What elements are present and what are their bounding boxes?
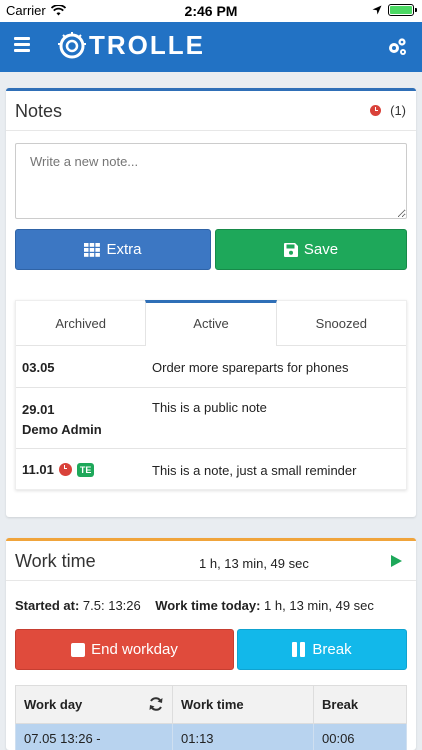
note-item[interactable]: 11.01 TE This is a note, just a small re… [16, 449, 406, 490]
notes-count[interactable]: (1) [370, 103, 406, 118]
save-button[interactable]: Save [215, 229, 407, 270]
status-time: 2:46 PM [184, 3, 238, 19]
refresh-icon[interactable] [148, 696, 164, 712]
started-label: Started at: [15, 598, 80, 613]
pause-icon [292, 642, 306, 657]
notes-title: Notes [15, 101, 63, 121]
column-header-break: Break [313, 685, 407, 724]
work-time-card: Work time 1 h, 13 min, 49 sec Started at… [6, 538, 416, 750]
cell-break: 00:06 [313, 723, 407, 750]
note-date-wrap: 11.01 TE [22, 462, 95, 477]
grid-icon [84, 242, 101, 257]
play-icon[interactable] [391, 555, 402, 567]
logo-swirl-icon [58, 31, 86, 58]
today-value: 1 h, 13 min, 49 sec [264, 598, 374, 613]
extra-label: Extra [106, 241, 142, 258]
save-label: Save [303, 241, 339, 258]
note-date: 03.05 [22, 360, 55, 375]
top-navbar: TROLLE [0, 22, 422, 72]
logo-text: TROLLE [89, 30, 205, 60]
note-text: This is a note, just a small reminder [152, 463, 357, 478]
end-workday-label: End workday [91, 641, 178, 658]
new-note-input[interactable] [15, 143, 407, 219]
note-date-author: 29.01 Demo Admin [22, 400, 102, 440]
stop-square-icon [71, 642, 86, 657]
note-text: This is a public note [152, 400, 267, 415]
status-right [372, 4, 417, 16]
work-time-table: Work day Work time Break 07.05 13:26 - 0… [15, 685, 407, 750]
trolle-logo: TROLLE [57, 30, 205, 61]
note-item[interactable]: 03.05 Order more spareparts for phones [16, 346, 406, 388]
note-date: 11.01 [22, 462, 54, 477]
cell-work-time: 01:13 [172, 723, 314, 750]
extra-button[interactable]: Extra [15, 229, 211, 270]
work-time-title: Work time [15, 551, 96, 571]
notes-header: Notes (1) [6, 91, 416, 131]
notes-tabs: Archived Active Snoozed [16, 300, 406, 346]
tab-active[interactable]: Active [145, 300, 277, 346]
note-author: Demo Admin [22, 422, 102, 437]
floppy-disk-icon [283, 242, 298, 257]
reminder-clock-icon [58, 463, 72, 476]
table-header-row: Work day Work time Break [15, 685, 407, 724]
notes-card: Notes (1) Extra Save Archived Active Sno… [6, 88, 416, 517]
location-arrow-icon [372, 5, 382, 15]
tab-archived[interactable]: Archived [16, 301, 145, 345]
notes-count-label: (1) [390, 103, 406, 118]
notes-tabs-panel: Archived Active Snoozed 03.05 Order more… [15, 300, 407, 490]
work-time-header: Work time 1 h, 13 min, 49 sec [6, 541, 416, 581]
reminder-clock-icon [370, 105, 382, 116]
work-time-info: Started at: 7.5: 13:26 Work time today: … [15, 598, 374, 613]
break-button[interactable]: Break [237, 629, 407, 670]
column-header-work-day: Work day [15, 685, 173, 724]
cell-work-day: 07.05 13:26 - [15, 723, 173, 750]
end-workday-button[interactable]: End workday [15, 629, 234, 670]
table-row[interactable]: 07.05 13:26 - 01:13 00:06 [15, 723, 407, 750]
tab-snoozed[interactable]: Snoozed [277, 301, 406, 345]
today-label: Work time today: [155, 598, 261, 613]
note-date: 29.01 [22, 402, 55, 417]
settings-gears-icon[interactable] [386, 36, 408, 58]
started-value: 7.5: 13:26 [82, 598, 141, 613]
note-item[interactable]: 29.01 Demo Admin This is a public note [16, 388, 406, 449]
column-header-work-time: Work time [172, 685, 314, 724]
note-text: Order more spareparts for phones [152, 360, 349, 375]
work-time-duration: 1 h, 13 min, 49 sec [199, 556, 309, 571]
status-bar: Carrier 2:46 PM [0, 0, 422, 22]
battery-icon [388, 4, 417, 16]
te-badge: TE [76, 462, 95, 477]
menu-icon[interactable] [14, 37, 30, 52]
break-label: Break [312, 641, 352, 658]
